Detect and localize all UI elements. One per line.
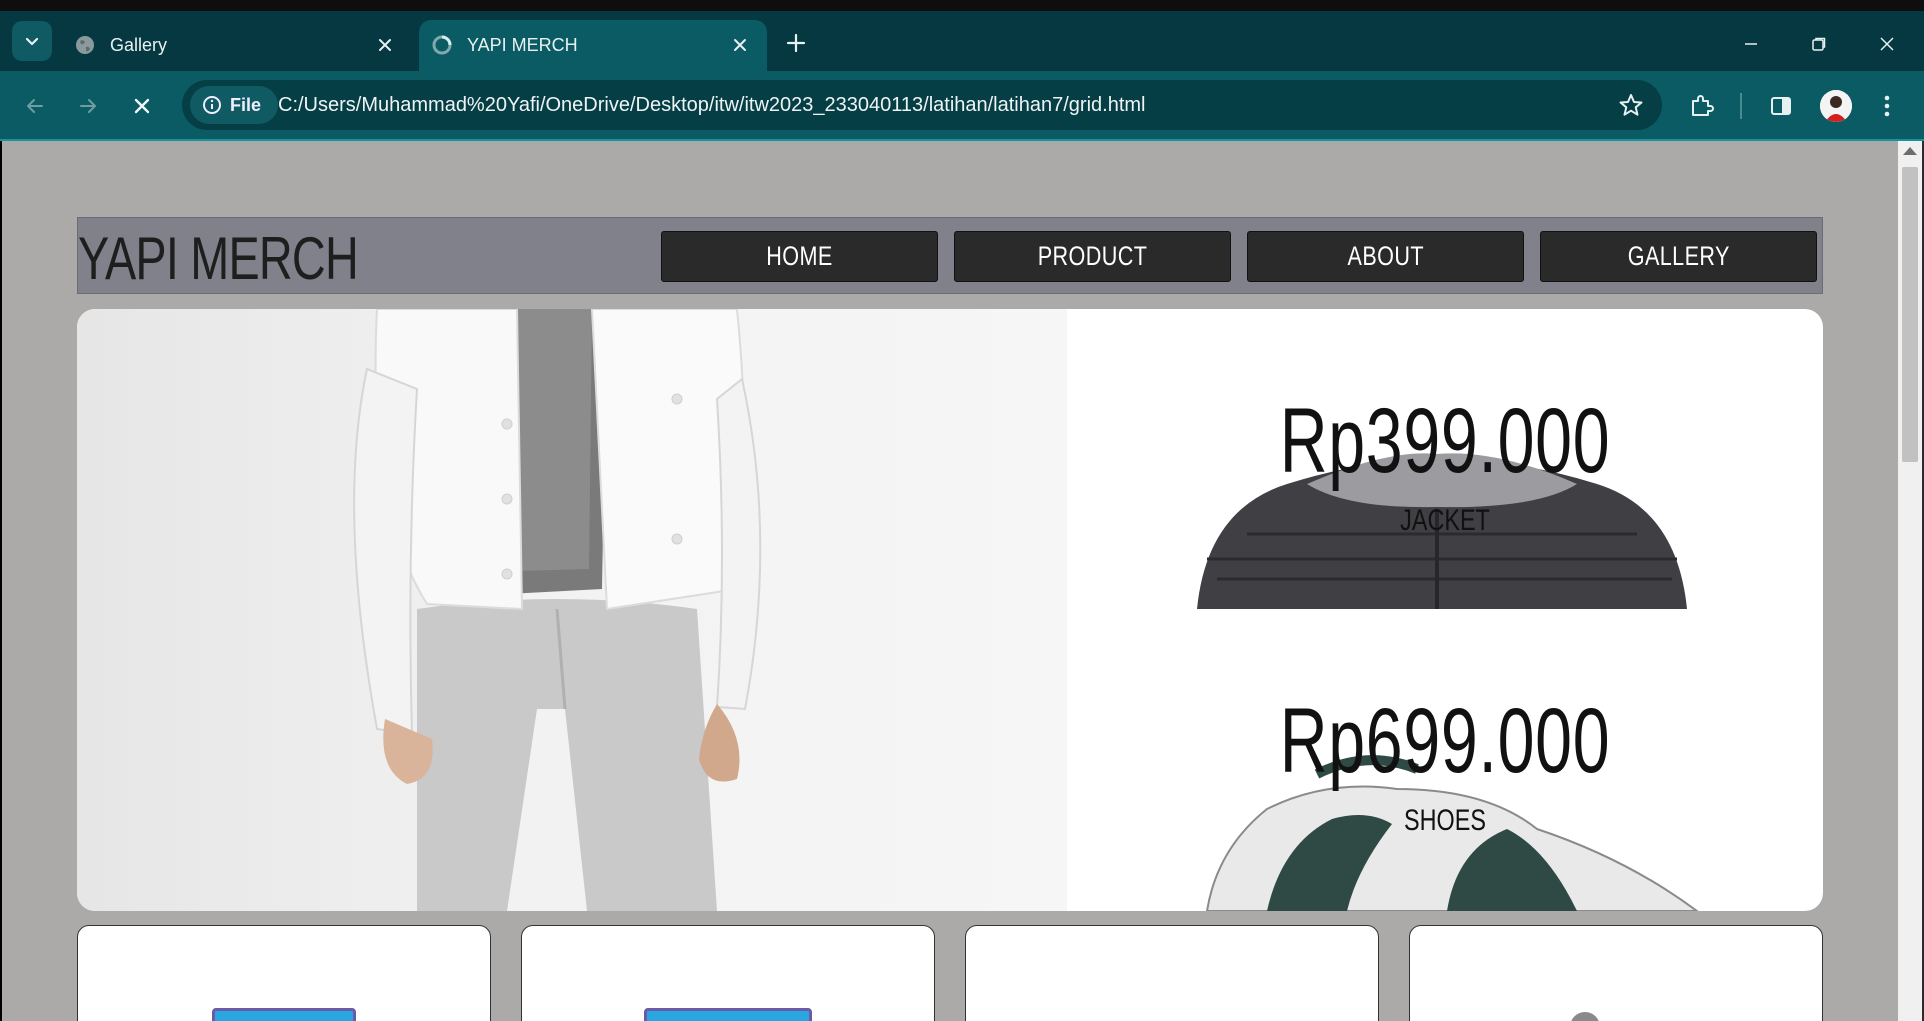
close-icon xyxy=(1880,37,1894,51)
product-name: SHOES xyxy=(1404,804,1486,837)
side-panel-button[interactable] xyxy=(1764,89,1798,123)
tab-search-button[interactable] xyxy=(12,21,52,61)
minimize-icon xyxy=(1745,43,1757,45)
arrow-right-icon xyxy=(80,99,96,113)
gallery-card[interactable] xyxy=(1409,925,1823,1021)
plus-icon xyxy=(786,33,806,53)
close-window-button[interactable] xyxy=(1872,29,1902,59)
forward-button[interactable] xyxy=(71,89,105,123)
close-icon[interactable] xyxy=(729,34,751,56)
restore-icon xyxy=(1812,37,1826,51)
tab-bar: Gallery YAPI MERCH xyxy=(0,11,1924,71)
gallery-card[interactable] xyxy=(965,925,1379,1021)
product-card-jacket[interactable]: Rp399.000 JACKET xyxy=(1067,309,1823,609)
site-info-chip[interactable]: File xyxy=(190,86,278,124)
site-info-label: File xyxy=(230,94,262,115)
avatar[interactable] xyxy=(1820,90,1852,122)
nav-home-button[interactable]: HOME xyxy=(661,231,938,282)
window-top-strip xyxy=(0,0,1924,11)
menu-button[interactable] xyxy=(1870,89,1904,123)
page-scrollbar[interactable] xyxy=(1898,141,1922,1021)
info-icon xyxy=(203,96,221,114)
arrow-left-icon xyxy=(27,99,43,113)
card-thumbnail xyxy=(644,1008,812,1021)
scrollbar-thumb[interactable] xyxy=(1902,167,1918,462)
stop-loading-button[interactable] xyxy=(125,89,159,123)
nav-label: PRODUCT xyxy=(1037,241,1148,271)
site-logo[interactable]: YAPI MERCH xyxy=(78,224,359,293)
tab-yapi-merch[interactable]: YAPI MERCH xyxy=(419,20,767,71)
toolbar-separator xyxy=(1740,93,1742,119)
nav-gallery-button[interactable]: GALLERY xyxy=(1540,231,1817,282)
site-header: YAPI MERCH HOME PRODUCT ABOUT GALLERY xyxy=(77,217,1823,294)
restore-button[interactable] xyxy=(1804,29,1834,59)
close-icon xyxy=(134,98,150,114)
puzzle-icon xyxy=(1692,95,1714,116)
tab-gallery[interactable]: Gallery xyxy=(62,20,412,71)
model-photo xyxy=(77,309,1067,911)
browser-toolbar: File C:/Users/Muhammad%20Yafi/OneDrive/D… xyxy=(0,71,1924,141)
loading-spinner-icon xyxy=(432,35,452,55)
close-icon[interactable] xyxy=(374,34,396,56)
extensions-button[interactable] xyxy=(1684,89,1718,123)
back-button[interactable] xyxy=(18,89,52,123)
globe-icon xyxy=(76,36,94,54)
product-name: JACKET xyxy=(1400,504,1490,537)
minimize-button[interactable] xyxy=(1736,29,1766,59)
nav-product-button[interactable]: PRODUCT xyxy=(954,231,1231,282)
product-price: Rp399.000 xyxy=(1279,390,1611,492)
gallery-card[interactable] xyxy=(77,925,491,1021)
card-thumbnail xyxy=(212,1008,356,1021)
scroll-up-arrow-icon[interactable] xyxy=(1903,147,1917,155)
nav-label: HOME xyxy=(766,241,833,271)
hero-section: Rp399.000 JACKET Rp699.000 SHOES xyxy=(77,309,1823,911)
chevron-down-icon xyxy=(25,37,39,46)
page-viewport: YAPI MERCH HOME PRODUCT ABOUT GALLERY Rp… xyxy=(2,141,1898,1021)
address-bar[interactable]: File C:/Users/Muhammad%20Yafi/OneDrive/D… xyxy=(182,80,1662,130)
product-price: Rp699.000 xyxy=(1279,690,1611,792)
gallery-card[interactable] xyxy=(521,925,935,1021)
card-thumbnail xyxy=(1570,1012,1600,1021)
tab-title: YAPI MERCH xyxy=(467,35,578,55)
star-icon[interactable] xyxy=(1618,92,1644,118)
more-vert-icon xyxy=(1884,95,1890,117)
side-panel-icon xyxy=(1771,97,1791,115)
tab-title: Gallery xyxy=(110,35,168,55)
nav-about-button[interactable]: ABOUT xyxy=(1247,231,1524,282)
new-tab-button[interactable] xyxy=(781,28,811,58)
nav-label: ABOUT xyxy=(1347,241,1424,271)
model-illustration xyxy=(353,309,762,911)
product-card-shoes[interactable]: Rp699.000 SHOES xyxy=(1067,609,1823,911)
url-text[interactable]: C:/Users/Muhammad%20Yafi/OneDrive/Deskto… xyxy=(278,94,1146,117)
profile-avatar-icon xyxy=(1820,90,1852,122)
nav-label: GALLERY xyxy=(1627,241,1730,271)
